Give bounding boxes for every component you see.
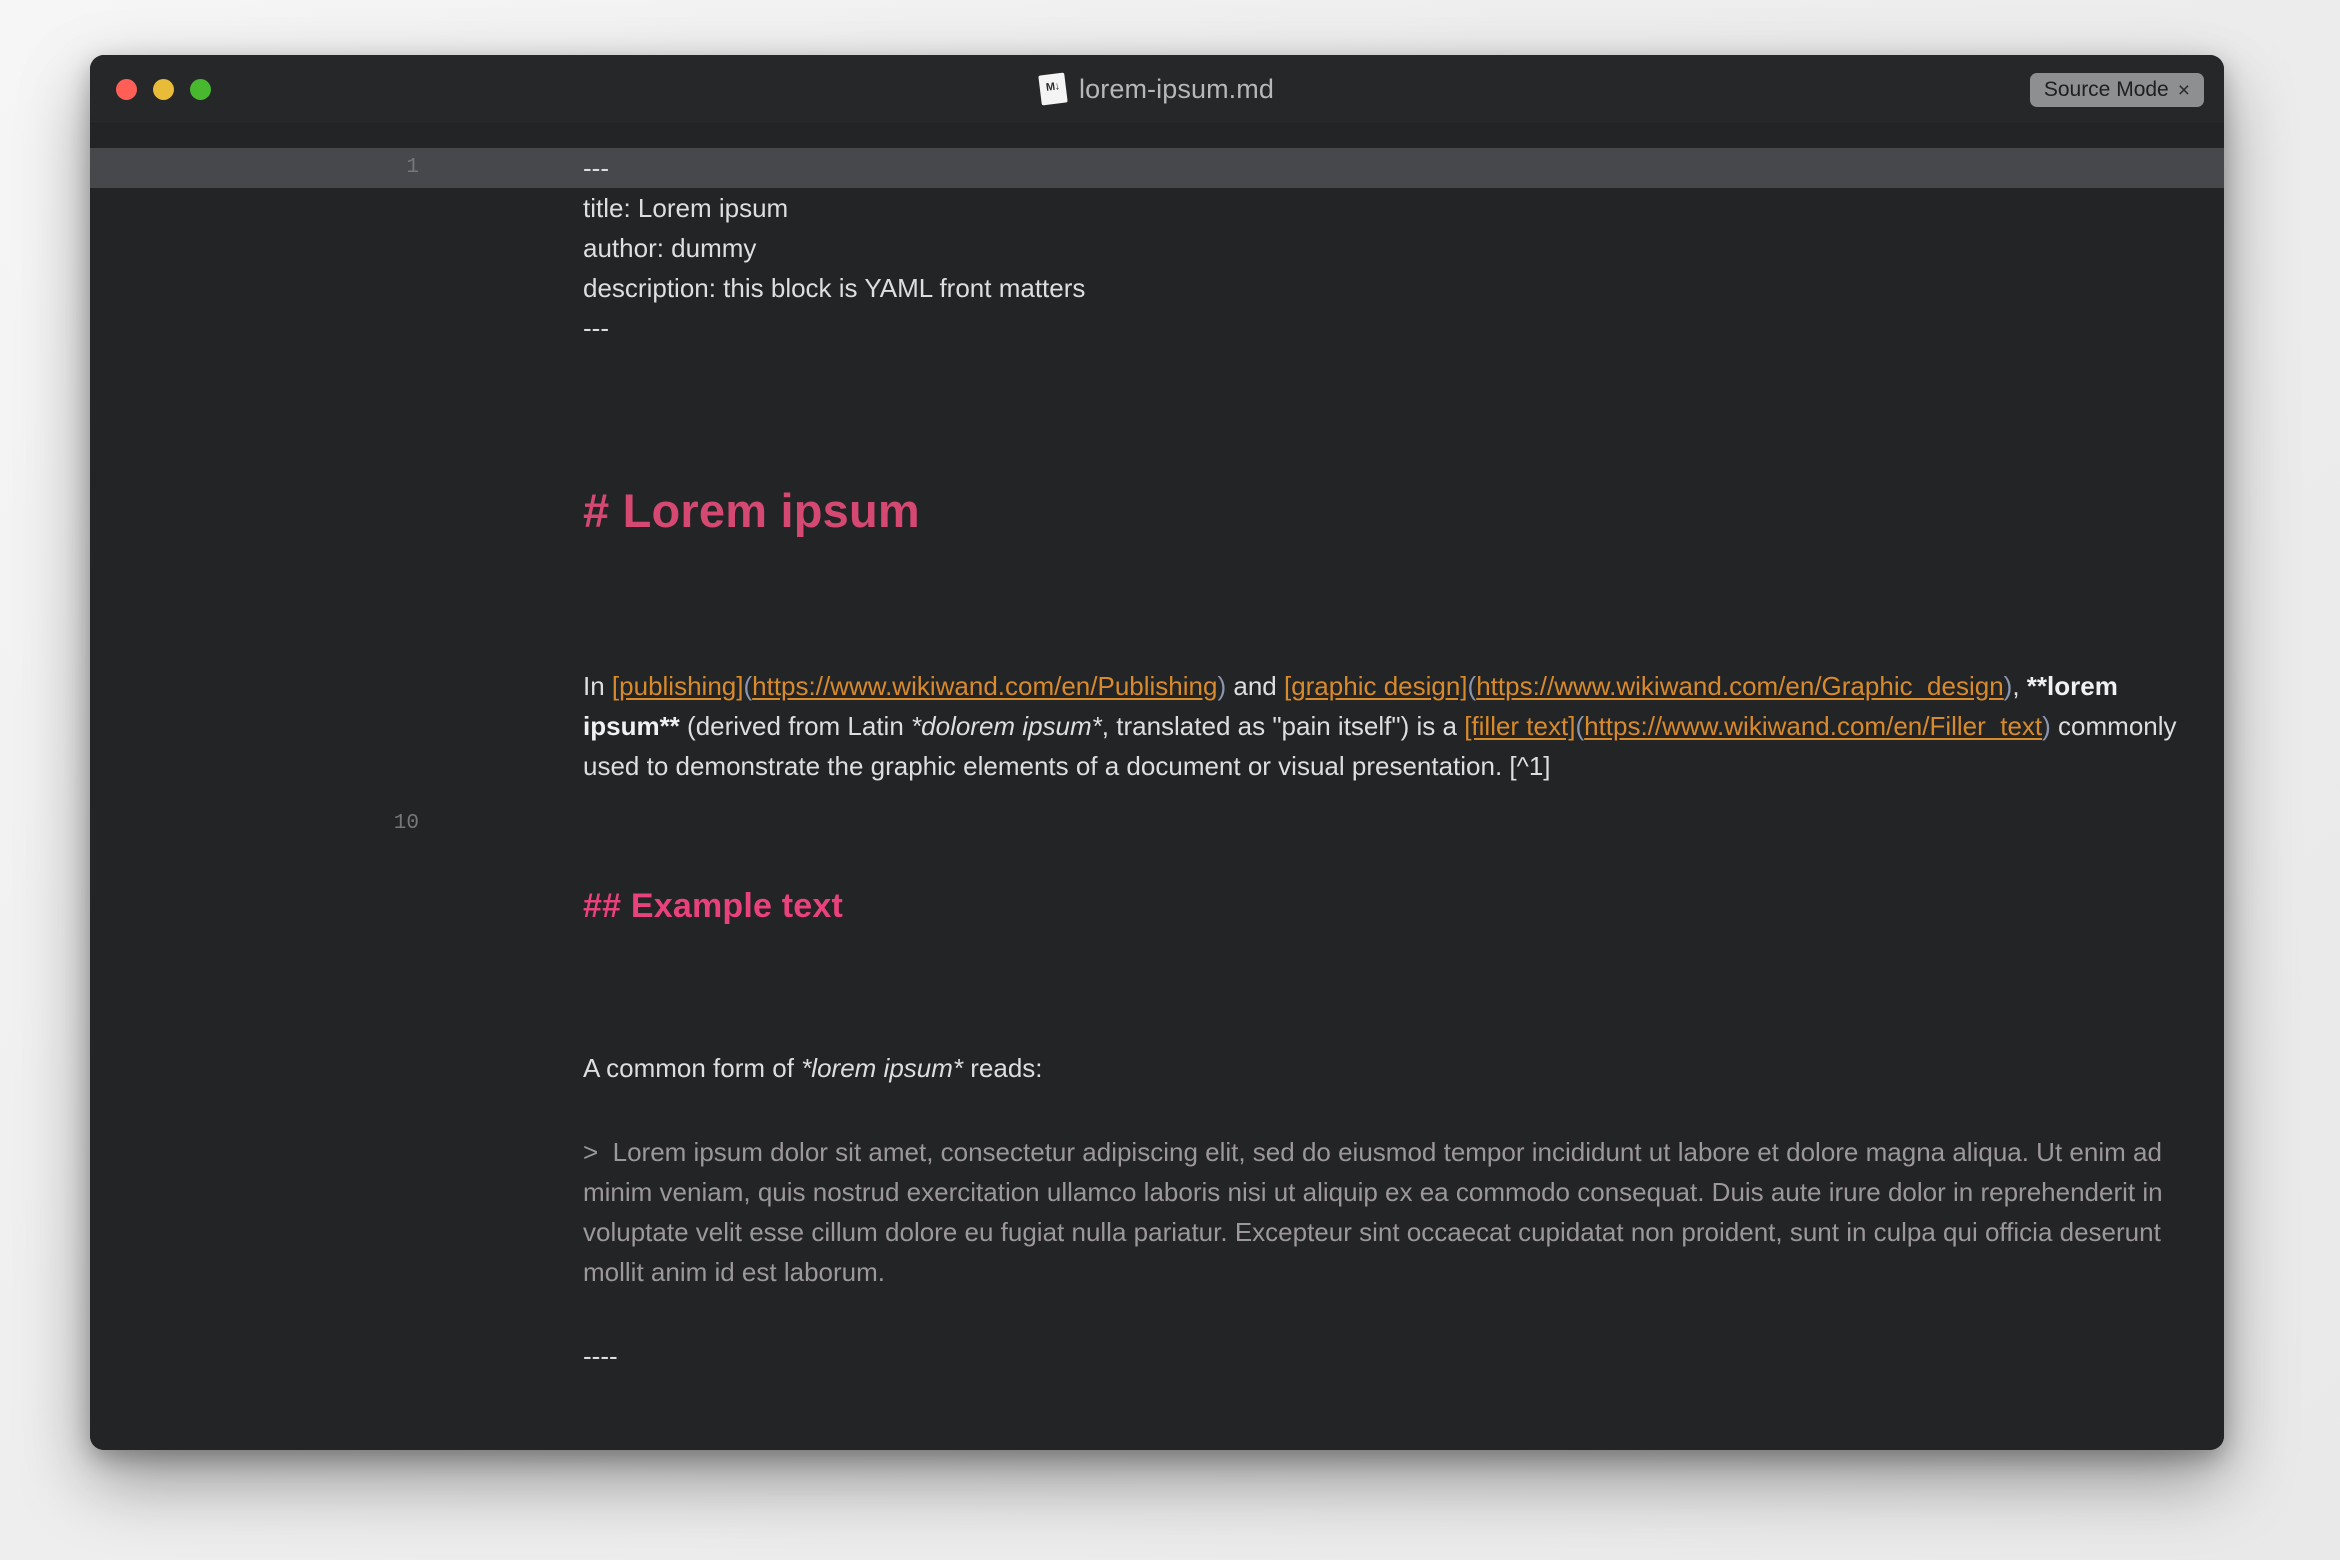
paren-open: (: [1575, 711, 1585, 741]
editor-line[interactable]: ----: [90, 1336, 2224, 1376]
traffic-light-controls: [116, 79, 211, 100]
heading-level-2: ## Example text: [583, 887, 844, 925]
paragraph-with-links: In [publishing](https://www.wikiwand.com…: [453, 666, 2224, 786]
editor-blank-line: [90, 1376, 2224, 1416]
close-icon[interactable]: ×: [2178, 80, 2190, 101]
italic-span: *lorem ipsum*: [801, 1053, 964, 1083]
link-label-graphic-design[interactable]: [graphic design]: [1284, 671, 1468, 701]
link-label-filler-text[interactable]: [filler text]: [1464, 711, 1575, 741]
editor-blank-line: [90, 348, 2224, 388]
markdown-file-icon: M↓: [1038, 72, 1068, 106]
paragraph-mid: (derived from Latin: [679, 711, 912, 741]
paragraph-lead: In: [583, 671, 612, 701]
editor-blank-line: [90, 1088, 2224, 1128]
paragraph-lead: A common form of: [583, 1053, 802, 1083]
frontmatter-title: title: Lorem ipsum: [583, 193, 789, 223]
horizontal-rule-source: ----: [583, 1341, 618, 1371]
italic-span: *dolorem ipsum*: [911, 711, 1102, 741]
line-number: 10: [393, 812, 419, 835]
heading2-row: ## Example text: [453, 804, 2224, 1008]
editor-line[interactable]: description: this block is YAML front ma…: [90, 268, 2224, 308]
editor-blank-line: [90, 1292, 2224, 1332]
close-window-button[interactable]: [116, 79, 137, 100]
frontmatter-close-fence: ---: [583, 313, 609, 343]
source-mode-badge[interactable]: Source Mode ×: [2029, 73, 2204, 107]
paragraph-common-form: A common form of *lorem ipsum* reads:: [453, 1048, 2224, 1088]
editor-line-active[interactable]: 1 ---: [90, 148, 2224, 188]
window-title-group: M↓ lorem-ipsum.md: [90, 55, 2224, 123]
editor-line[interactable]: author: dummy: [90, 228, 2224, 268]
paren-close: ): [1217, 671, 1227, 701]
editor-window: M↓ lorem-ipsum.md Source Mode × 1 --- ti…: [90, 55, 2224, 1450]
blockquote: > Lorem ipsum dolor sit amet, consectetu…: [583, 1137, 2170, 1287]
editor-line[interactable]: A common form of *lorem ipsum* reads:: [90, 1048, 2224, 1088]
editor-line[interactable]: In [publishing](https://www.wikiwand.com…: [90, 666, 2224, 786]
editor-blank-line: [90, 1008, 2224, 1048]
editor-line[interactable]: title: Lorem ipsum: [90, 188, 2224, 228]
link-url-filler-text[interactable]: https://www.wikiwand.com/en/Filler_text: [1584, 711, 2042, 741]
frontmatter-description: description: this block is YAML front ma…: [583, 273, 1086, 303]
window-title: lorem-ipsum.md: [1079, 73, 1274, 104]
link-url-publishing[interactable]: https://www.wikiwand.com/en/Publishing: [752, 671, 1217, 701]
editor-line[interactable]: # Lorem ipsum: [90, 402, 2224, 620]
heading-level-1: # Lorem ipsum: [583, 484, 920, 537]
line-number: 1: [90, 148, 453, 188]
editor-line[interactable]: > Lorem ipsum dolor sit amet, consectetu…: [90, 1132, 2224, 1292]
paren-close: ): [2042, 711, 2051, 741]
minimize-window-button[interactable]: [153, 79, 174, 100]
markdown-icon-label: M↓: [1045, 80, 1061, 94]
editor-blank-line: [90, 620, 2224, 660]
link-label-publishing[interactable]: [publishing]: [612, 671, 744, 701]
paragraph-mid: , translated as "pain itself") is a: [1101, 711, 1465, 741]
frontmatter-open-fence: ---: [453, 148, 2224, 188]
paragraph-tail: reads:: [963, 1053, 1043, 1083]
paragraph-mid: and: [1226, 671, 1284, 701]
frontmatter-author: author: dummy: [583, 233, 757, 263]
zoom-window-button[interactable]: [190, 79, 211, 100]
heading1-row: # Lorem ipsum: [453, 402, 2224, 620]
paren-open: (: [743, 671, 753, 701]
source-editor[interactable]: 1 --- title: Lorem ipsum author: dummy d…: [90, 124, 2224, 1450]
editor-blank-line: [90, 1416, 2224, 1450]
title-bar: M↓ lorem-ipsum.md Source Mode ×: [90, 55, 2224, 124]
editor-line[interactable]: 10 ## Example text: [90, 804, 2224, 1008]
paren-open: (: [1467, 671, 1477, 701]
source-mode-label: Source Mode: [2043, 78, 2169, 101]
editor-line[interactable]: ---: [90, 308, 2224, 348]
link-url-graphic-design[interactable]: https://www.wikiwand.com/en/Graphic_desi…: [1476, 671, 2003, 701]
paragraph-mid: ,: [2012, 671, 2027, 701]
